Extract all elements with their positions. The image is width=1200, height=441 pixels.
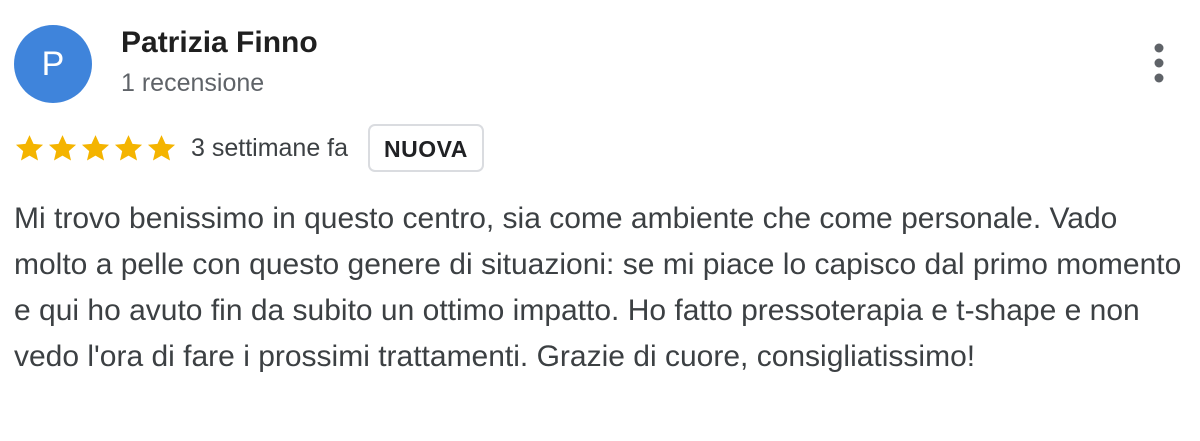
review-count: 1 recensione	[121, 69, 265, 97]
star-icon	[81, 134, 110, 161]
more-vert-icon	[1154, 43, 1164, 83]
more-options-button[interactable]	[1140, 40, 1178, 86]
author-name[interactable]: Patrizia Finno	[121, 26, 318, 60]
star-rating	[14, 133, 177, 164]
star-icon	[15, 134, 44, 161]
avatar[interactable]: P	[14, 25, 92, 103]
review-date: 3 settimane fa	[191, 133, 349, 162]
new-badge: NUOVA	[368, 124, 484, 172]
star-icon	[147, 134, 176, 161]
review-text: Mi trovo benissimo in questo centro, sia…	[14, 202, 1182, 373]
review-card: P Patrizia Finno 1 recensione 3 settiman…	[0, 0, 1200, 441]
review-meta: 3 settimane fa NUOVA	[14, 122, 484, 174]
star-icon	[48, 134, 77, 161]
star-icon	[114, 134, 143, 161]
